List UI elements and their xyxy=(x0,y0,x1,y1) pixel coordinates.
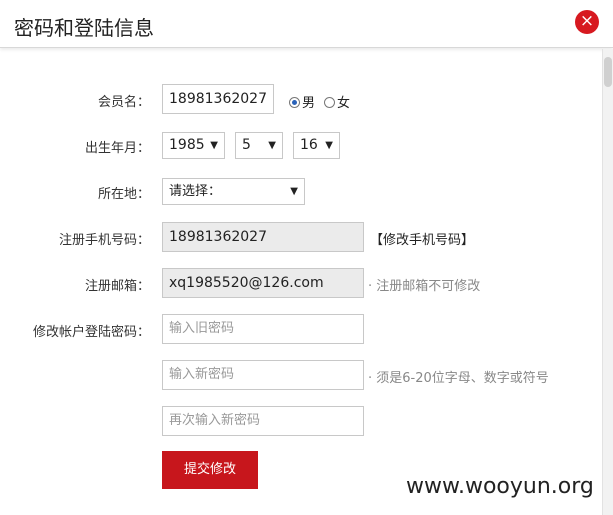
modify-phone-link[interactable]: 【修改手机号码】 xyxy=(370,229,474,248)
scrollbar-thumb[interactable] xyxy=(604,57,612,87)
phone-field: 18981362027 xyxy=(162,222,364,252)
submit-button[interactable]: 提交修改 xyxy=(162,451,258,489)
watermark-text: www.wooyun.org xyxy=(406,474,594,499)
birth-day-select[interactable]: 16 ▼ xyxy=(293,132,340,159)
gender-male-radio[interactable] xyxy=(289,97,300,108)
new-password-input[interactable]: 输入新密码 xyxy=(162,360,364,390)
gender-male-label: 男 xyxy=(302,96,316,111)
gender-male-option[interactable]: 男 xyxy=(289,92,315,111)
gender-female-radio[interactable] xyxy=(324,97,335,108)
member-name-label: 会员名： xyxy=(97,95,150,110)
phone-label: 注册手机号码： xyxy=(58,233,150,248)
password-login-dialog: 密码和登陆信息 × 会员名： 18981362027 男 女 出生年月： 198… xyxy=(0,0,613,515)
email-hint: · 注册邮箱不可修改 xyxy=(368,279,481,294)
chevron-down-icon: ▼ xyxy=(268,140,276,151)
birth-month-value: 5 xyxy=(242,137,251,153)
dialog-title: 密码和登陆信息 xyxy=(14,16,154,40)
old-password-input[interactable]: 输入旧密码 xyxy=(162,314,364,344)
email-field: xq1985520@126.com xyxy=(162,268,364,298)
birth-month-select[interactable]: 5 ▼ xyxy=(235,132,283,159)
chevron-down-icon: ▼ xyxy=(290,186,298,197)
birth-date-label: 出生年月： xyxy=(84,141,150,156)
location-label: 所在地： xyxy=(97,187,150,202)
gender-female-option[interactable]: 女 xyxy=(324,92,350,111)
gender-female-label: 女 xyxy=(337,96,351,111)
location-value: 请选择： xyxy=(169,184,222,199)
birth-day-value: 16 xyxy=(300,137,318,153)
new-password-hint: · 须是6-20位字母、数字或符号 xyxy=(368,371,549,386)
chevron-down-icon: ▼ xyxy=(325,140,333,151)
scrollbar[interactable] xyxy=(602,49,613,515)
member-name-field[interactable]: 18981362027 xyxy=(162,84,274,114)
confirm-password-input[interactable]: 再次输入新密码 xyxy=(162,406,364,436)
dialog-header: 密码和登陆信息 × xyxy=(0,0,613,48)
password-label: 修改帐户登陆密码： xyxy=(32,325,150,340)
birth-year-select[interactable]: 1985 ▼ xyxy=(162,132,225,159)
email-label: 注册邮箱： xyxy=(84,279,150,294)
chevron-down-icon: ▼ xyxy=(210,140,218,151)
close-icon[interactable]: × xyxy=(575,10,599,34)
location-select[interactable]: 请选择： ▼ xyxy=(162,178,305,205)
birth-year-value: 1985 xyxy=(169,137,205,153)
